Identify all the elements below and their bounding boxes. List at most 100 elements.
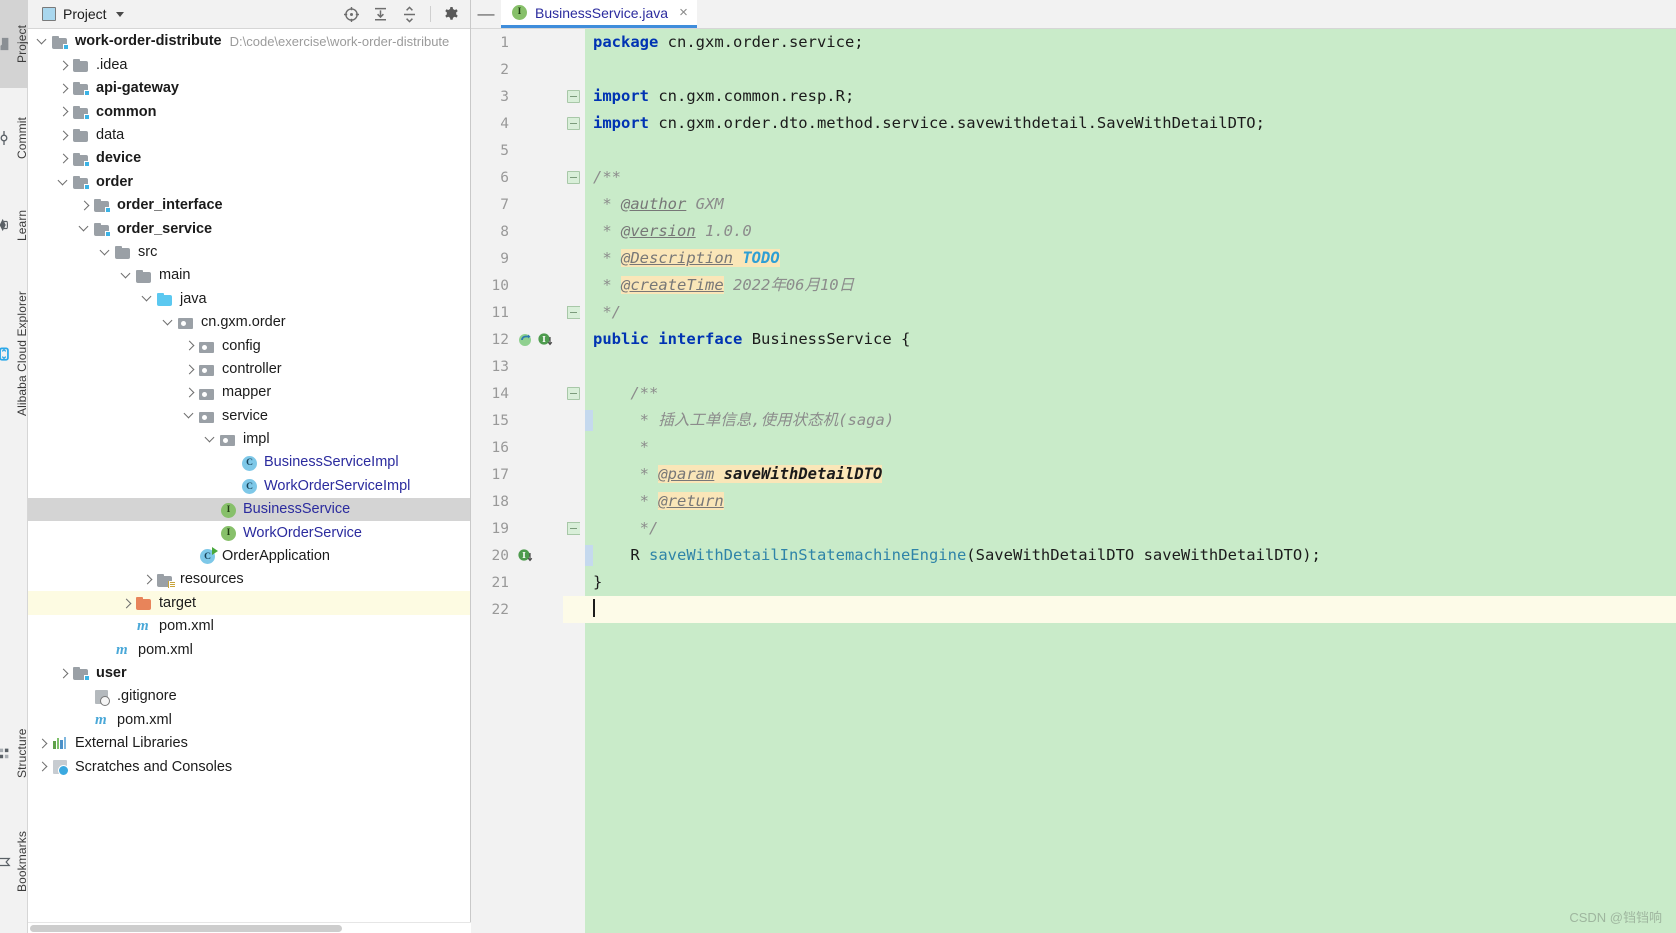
tree-row-data[interactable]: data: [28, 124, 470, 147]
tree-row-src[interactable]: src: [28, 241, 470, 264]
tree-row--gitignore[interactable]: .gitignore: [28, 685, 470, 708]
tree-row-target[interactable]: target: [28, 591, 470, 615]
tree-row-pom-xml[interactable]: m pom.xml: [28, 708, 470, 731]
chevron-right-icon[interactable]: [120, 597, 133, 610]
code-line-3[interactable]: import cn.gxm.common.resp.R;: [563, 83, 1676, 110]
tree-row-pom-xml[interactable]: m pom.xml: [28, 638, 470, 661]
tree-row-mapper[interactable]: mapper: [28, 381, 470, 404]
chevron-right-icon[interactable]: [57, 105, 70, 118]
project-tree[interactable]: work-order-distribute D:\code\exercise\wo…: [28, 29, 470, 933]
code-line-14[interactable]: /**: [563, 380, 1676, 407]
gutter-line-17[interactable]: 17: [471, 461, 563, 488]
chevron-right-icon[interactable]: [78, 199, 91, 212]
tree-row--idea[interactable]: .idea: [28, 53, 470, 76]
code-line-22[interactable]: [563, 596, 1676, 623]
code-line-20[interactable]: R saveWithDetailInStatemachineEngine(Sav…: [563, 542, 1676, 569]
tree-row-main[interactable]: main: [28, 264, 470, 287]
chevron-down-icon[interactable]: [183, 409, 196, 422]
select-opened-file-icon[interactable]: [343, 6, 360, 23]
code-line-21[interactable]: }: [563, 569, 1676, 596]
chevron-down-icon[interactable]: [57, 176, 70, 189]
gutter-line-21[interactable]: 21: [471, 569, 563, 596]
gutter-line-10[interactable]: 10: [471, 272, 563, 299]
implemented-by-icon[interactable]: [517, 331, 534, 348]
gutter-line-5[interactable]: 5: [471, 137, 563, 164]
tree-row-config[interactable]: config: [28, 334, 470, 357]
editor-tab-businessservice-java[interactable]: I BusinessService.java ×: [501, 0, 697, 28]
code-line-12[interactable]: public interface BusinessService {: [563, 326, 1676, 353]
tree-row-user[interactable]: user: [28, 662, 470, 685]
chevron-right-icon[interactable]: [57, 667, 70, 680]
tree-row-order-service[interactable]: order_service: [28, 217, 470, 240]
code-line-15[interactable]: * 插入工单信息,使用状态机(saga): [563, 407, 1676, 434]
tree-row-external-libraries[interactable]: External Libraries: [28, 732, 470, 755]
code-line-9[interactable]: * @Description TODO: [563, 245, 1676, 272]
tree-row-common[interactable]: common: [28, 100, 470, 123]
chevron-down-icon[interactable]: [204, 433, 217, 446]
code-line-2[interactable]: [563, 56, 1676, 83]
code-line-6[interactable]: /**: [563, 164, 1676, 191]
tree-row-order-interface[interactable]: order_interface: [28, 194, 470, 217]
gutter-line-6[interactable]: 6: [471, 164, 563, 191]
code-line-5[interactable]: [563, 137, 1676, 164]
tree-row-resources[interactable]: resources: [28, 568, 470, 591]
tree-row-businessserviceimpl[interactable]: C BusinessServiceImpl: [28, 451, 470, 474]
chevron-down-icon[interactable]: [115, 11, 124, 17]
tree-row-work-order-distribute[interactable]: work-order-distribute D:\code\exercise\wo…: [28, 30, 470, 53]
tree-row-cn-gxm-order[interactable]: cn.gxm.order: [28, 311, 470, 334]
gutter-line-2[interactable]: 2: [471, 56, 563, 83]
tree-row-pom-xml[interactable]: m pom.xml: [28, 615, 470, 638]
expand-all-icon[interactable]: [372, 6, 389, 23]
chevron-right-icon[interactable]: [36, 737, 49, 750]
chevron-right-icon[interactable]: [57, 59, 70, 72]
gutter-line-8[interactable]: 8: [471, 218, 563, 245]
bean-icon[interactable]: I: [517, 547, 534, 564]
code-line-10[interactable]: * @createTime 2022年06月10日: [563, 272, 1676, 299]
bean-icon[interactable]: I: [537, 331, 554, 348]
tree-row-workorderserviceimpl[interactable]: C WorkOrderServiceImpl: [28, 474, 470, 497]
tree-row-java[interactable]: java: [28, 287, 470, 310]
gutter-line-4[interactable]: 4: [471, 110, 563, 137]
sidebar-item-structure[interactable]: Structure: [0, 710, 29, 796]
sidebar-item-commit[interactable]: Commit: [0, 96, 29, 180]
chevron-right-icon[interactable]: [141, 573, 154, 586]
tree-row-order[interactable]: order: [28, 170, 470, 193]
chevron-down-icon[interactable]: [120, 269, 133, 282]
tree-row-device[interactable]: device: [28, 147, 470, 170]
project-view-selector[interactable]: Project: [42, 6, 124, 22]
gutter-line-19[interactable]: 19: [471, 515, 563, 542]
editor-gutter[interactable]: 1 2 3 4 5 6 7 8 9 10 11 12 I 13 14 15 16 17 18 19 20 I 21 22: [471, 29, 563, 933]
gutter-line-3[interactable]: 3: [471, 83, 563, 110]
gutter-line-16[interactable]: 16: [471, 434, 563, 461]
chevron-down-icon[interactable]: [141, 292, 154, 305]
gutter-line-9[interactable]: 9: [471, 245, 563, 272]
chevron-down-icon[interactable]: [78, 222, 91, 235]
code-line-8[interactable]: * @version 1.0.0: [563, 218, 1676, 245]
code-pane[interactable]: package cn.gxm.order.service; import cn.g…: [563, 29, 1676, 933]
code-line-7[interactable]: * @author GXM: [563, 191, 1676, 218]
tree-row-orderapplication[interactable]: C OrderApplication: [28, 545, 470, 568]
chevron-right-icon[interactable]: [183, 386, 196, 399]
chevron-down-icon[interactable]: [99, 246, 112, 259]
tree-row-workorderservice[interactable]: I WorkOrderService: [28, 521, 470, 544]
code-line-4[interactable]: import cn.gxm.order.dto.method.service.s…: [563, 110, 1676, 137]
code-line-17[interactable]: * @param saveWithDetailDTO: [563, 461, 1676, 488]
close-icon[interactable]: ×: [679, 5, 688, 20]
gutter-line-15[interactable]: 15: [471, 407, 563, 434]
tree-row-controller[interactable]: controller: [28, 357, 470, 380]
gutter-line-12[interactable]: 12 I: [471, 326, 563, 353]
code-line-13[interactable]: [563, 353, 1676, 380]
chevron-down-icon[interactable]: [162, 316, 175, 329]
gutter-line-7[interactable]: 7: [471, 191, 563, 218]
code-line-18[interactable]: * @return: [563, 488, 1676, 515]
code-line-1[interactable]: package cn.gxm.order.service;: [563, 29, 1676, 56]
gutter-line-22[interactable]: 22: [471, 596, 563, 623]
tree-row-businessservice[interactable]: I BusinessService: [28, 497, 470, 522]
minimize-icon[interactable]: —: [471, 0, 501, 28]
tree-row-impl[interactable]: impl: [28, 428, 470, 451]
settings-gear-icon[interactable]: [443, 6, 460, 23]
sidebar-item-alibaba-cloud-explorer[interactable]: Alibaba Cloud Explorer: [0, 270, 29, 438]
chevron-down-icon[interactable]: [36, 35, 49, 48]
code-line-19[interactable]: */: [563, 515, 1676, 542]
tree-row-api-gateway[interactable]: api-gateway: [28, 77, 470, 100]
